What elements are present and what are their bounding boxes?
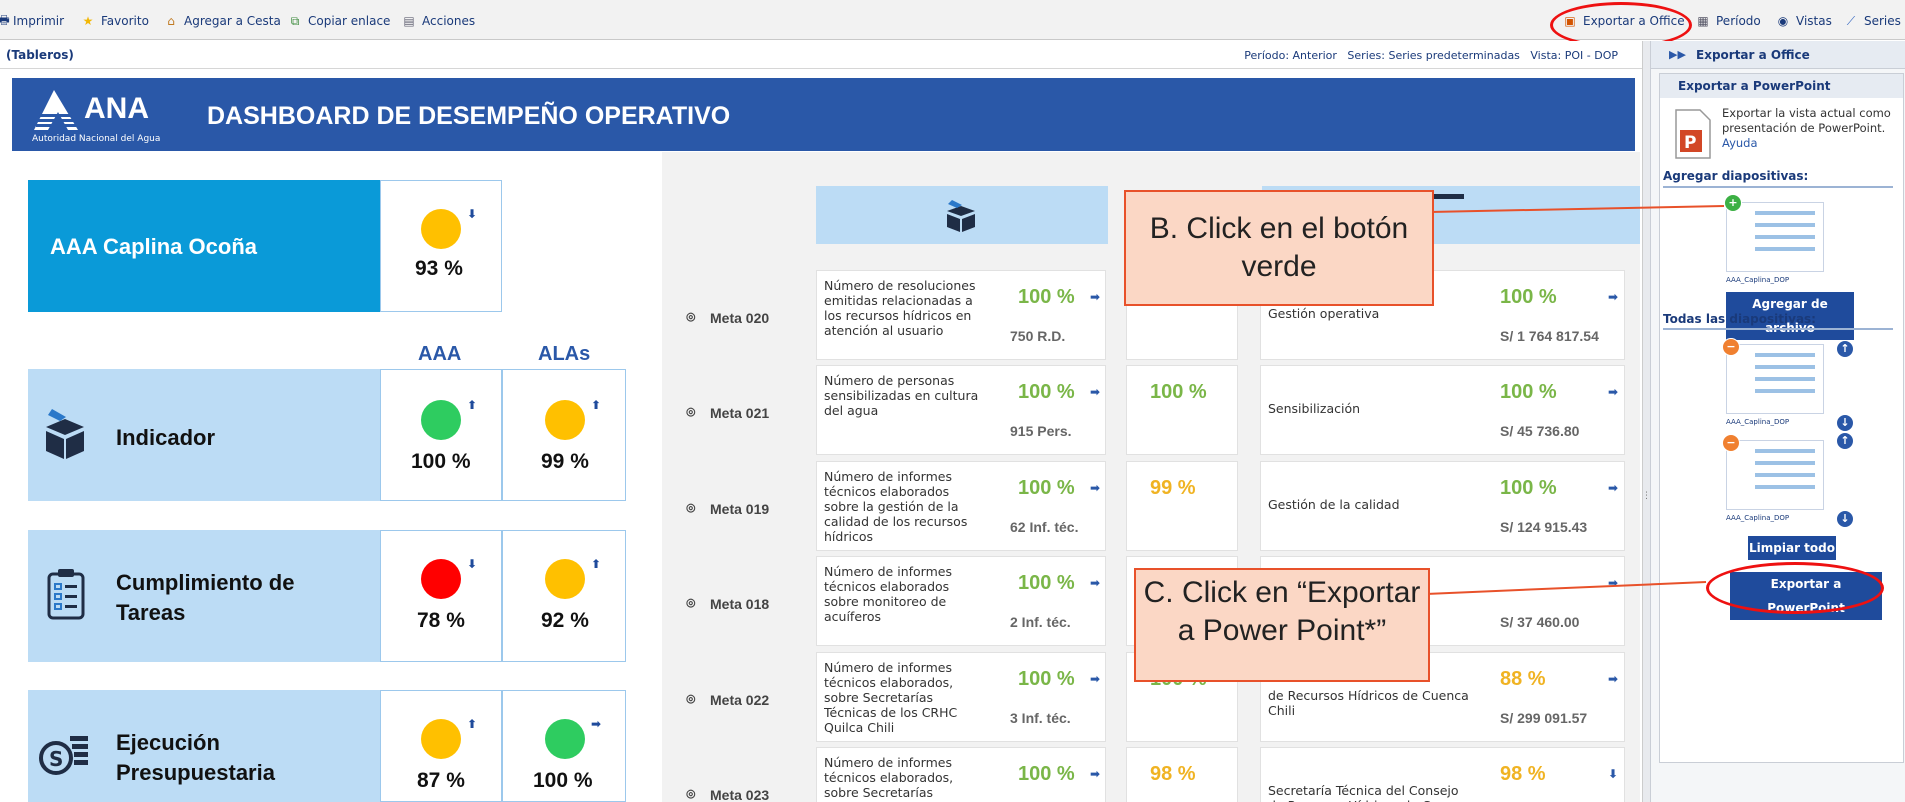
callout-connectors bbox=[1425, 205, 1725, 595]
callout-c: C. Click en “Exportar a Power Point*” bbox=[1134, 568, 1430, 682]
callout-b: B. Click en el botón verde bbox=[1124, 190, 1434, 306]
